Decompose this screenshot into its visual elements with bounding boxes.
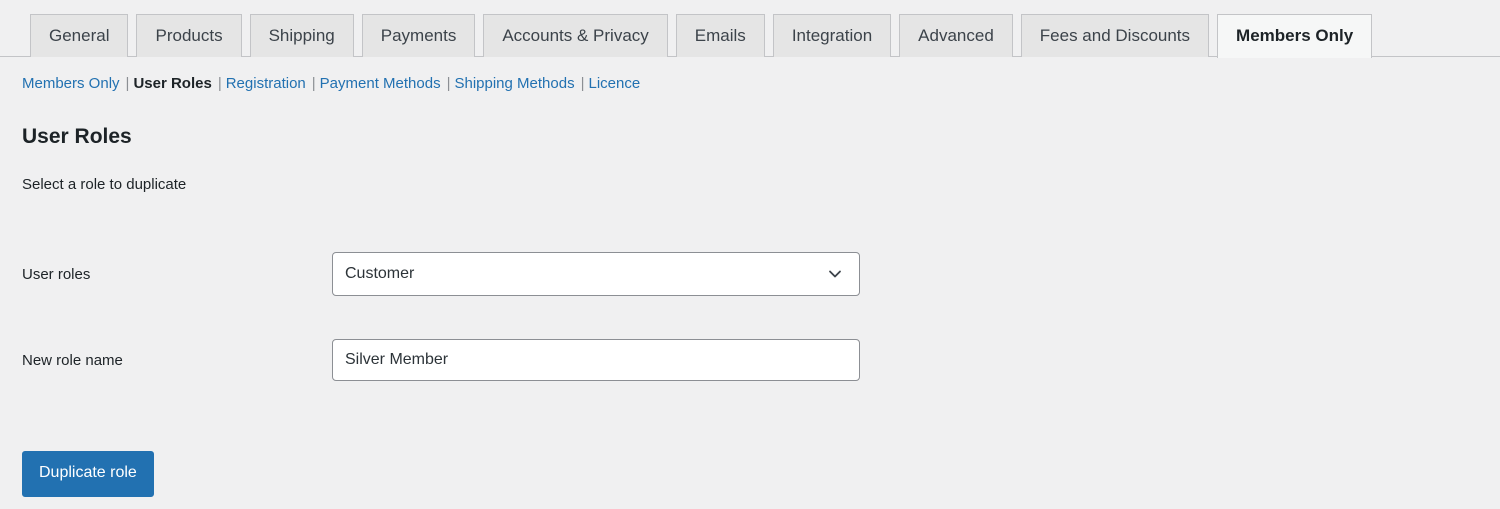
subnav-item-payment-methods[interactable]: Payment Methods xyxy=(320,75,441,92)
subnav-item-registration[interactable]: Registration xyxy=(226,75,306,92)
user-roles-select-value: Customer xyxy=(345,265,415,283)
tab-general[interactable]: General xyxy=(30,13,129,57)
user-roles-label: User roles xyxy=(22,265,91,283)
tab-payments[interactable]: Payments xyxy=(361,13,476,57)
user-roles-form: User roles Customer New role name xyxy=(22,231,1500,403)
form-row-new-role-name: New role name xyxy=(22,317,1500,403)
tab-products[interactable]: Products xyxy=(136,13,242,57)
page-title: User Roles xyxy=(22,125,132,148)
new-role-name-label: New role name xyxy=(22,351,123,369)
subnav-separator: | xyxy=(125,75,130,92)
settings-tab-bar: General Products Shipping Payments Accounts … xyxy=(0,0,1500,58)
duplicate-role-button[interactable]: Duplicate role xyxy=(22,451,154,497)
chevron-down-icon xyxy=(825,264,845,284)
user-roles-select[interactable]: Customer xyxy=(332,252,860,297)
subnav-separator: | xyxy=(446,75,451,92)
subnav-separator: | xyxy=(217,75,222,92)
form-row-user-roles: User roles Customer xyxy=(22,231,1500,317)
tab-accounts-privacy[interactable]: Accounts & Privacy xyxy=(483,13,668,57)
subnav-separator: | xyxy=(311,75,316,92)
page-content: User Roles Select a role to duplicate Us… xyxy=(0,123,1500,497)
tab-shipping[interactable]: Shipping xyxy=(249,13,354,57)
subnav-item-shipping-methods[interactable]: Shipping Methods xyxy=(454,75,574,92)
tab-fees-and-discounts[interactable]: Fees and Discounts xyxy=(1020,13,1210,57)
subnav-item-licence[interactable]: Licence xyxy=(588,75,640,92)
user-roles-field: Customer xyxy=(332,252,860,297)
tab-integration[interactable]: Integration xyxy=(772,13,892,57)
page-description: Select a role to duplicate xyxy=(22,176,187,194)
tab-advanced[interactable]: Advanced xyxy=(899,13,1013,57)
subnav-separator: | xyxy=(580,75,585,92)
subnav-item-user-roles: User Roles xyxy=(133,75,212,92)
form-actions: Duplicate role xyxy=(22,451,1500,497)
subnav-item-members-only[interactable]: Members Only xyxy=(22,75,120,92)
new-role-name-input[interactable] xyxy=(332,339,860,382)
subnav: Members Only | User Roles | Registration | Pay… xyxy=(0,57,1500,94)
new-role-name-field xyxy=(332,339,860,382)
tab-members-only[interactable]: Members Only xyxy=(1217,13,1373,58)
tab-emails[interactable]: Emails xyxy=(675,13,765,57)
